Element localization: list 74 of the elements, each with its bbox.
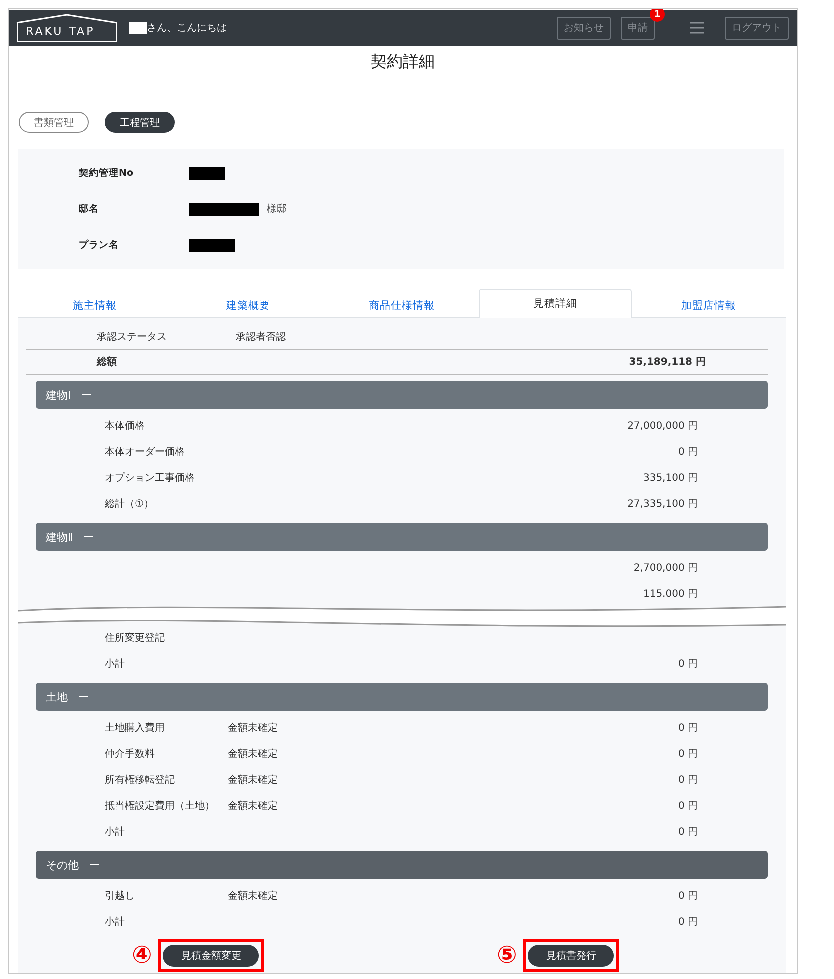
- item-label: オプション工事価格: [105, 472, 196, 485]
- detail-tab[interactable]: 建築概要: [172, 289, 326, 317]
- redaction-block: [189, 166, 225, 180]
- item-label: 小計: [105, 658, 126, 671]
- collapse-toggle[interactable]: ー: [83, 530, 94, 544]
- section-title: その他: [46, 858, 79, 872]
- summary-label: 総額: [97, 356, 118, 369]
- item-label: 抵当権設定費用（土地）: [105, 800, 216, 813]
- page-title: 契約詳細: [371, 52, 435, 73]
- action-button[interactable]: 見積書発行: [528, 944, 614, 966]
- redaction-block: [189, 202, 259, 216]
- collapse-toggle[interactable]: ー: [78, 690, 89, 704]
- info-label: プラン名: [79, 238, 120, 252]
- item-amount: 0 円: [677, 658, 698, 671]
- header-button[interactable]: お知らせ: [557, 16, 611, 40]
- item-amount: 0 円: [677, 916, 698, 929]
- action-button[interactable]: 見積金額変更: [163, 944, 260, 966]
- item-amount: 335,100 円: [642, 472, 698, 485]
- item-amount: 0 円: [677, 890, 698, 903]
- info-label: 契約管理No: [79, 166, 134, 180]
- detail-tab[interactable]: 施主情報: [18, 289, 172, 317]
- collapse-toggle[interactable]: ー: [89, 858, 100, 872]
- item-note: 金額未確定: [228, 722, 279, 735]
- section-title: 建物Ⅰ: [46, 388, 72, 402]
- item-amount: 0 円: [677, 748, 698, 761]
- app-logo: RAKU TAP: [17, 14, 117, 42]
- mode-tab[interactable]: 工程管理: [105, 112, 175, 133]
- item-label: 住所変更登記: [105, 632, 166, 645]
- item-label: 所有権移転登記: [105, 774, 176, 787]
- item-amount: 115.000 円: [642, 588, 698, 601]
- mode-tab[interactable]: 書類管理: [19, 112, 89, 133]
- item-amount: 0 円: [677, 722, 698, 735]
- item-note: 金額未確定: [228, 774, 279, 787]
- collapse-toggle[interactable]: ー: [81, 388, 92, 402]
- item-note: 金額未確定: [228, 890, 279, 903]
- item-label: 引越し: [105, 890, 136, 903]
- item-label: 本体オーダー価格: [105, 446, 186, 459]
- summary-label: 承認ステータス: [97, 330, 168, 344]
- item-label: 仲介手数料: [105, 748, 156, 761]
- status-value: 承認者否認: [236, 330, 287, 344]
- item-amount: 0 円: [677, 446, 698, 459]
- section-header[interactable]: その他 ー: [36, 851, 768, 879]
- item-amount: 0 円: [677, 774, 698, 787]
- section-header[interactable]: 建物Ⅱ ー: [36, 523, 768, 551]
- item-amount: 27,335,100 円: [626, 498, 698, 511]
- detail-tab[interactable]: 商品仕様情報: [325, 289, 479, 317]
- info-label: 邸名: [79, 202, 100, 216]
- step-marker: ④: [132, 943, 152, 967]
- section-header[interactable]: 土地 ー: [36, 683, 768, 711]
- notification-badge: 1: [650, 9, 665, 22]
- info-value: 様邸: [267, 202, 287, 216]
- detail-tab[interactable]: 見積詳細: [478, 289, 632, 318]
- item-label: 総計（①）: [105, 498, 155, 511]
- item-label: 小計: [105, 826, 126, 839]
- item-label: 本体価格: [105, 420, 146, 433]
- total-amount: 35,189,118 円: [628, 356, 706, 369]
- redaction-block: [189, 238, 235, 252]
- logout-button[interactable]: ログアウト: [725, 16, 789, 40]
- item-note: 金額未確定: [228, 748, 279, 761]
- item-amount: 2,700,000 円: [632, 562, 698, 575]
- item-label: 小計: [105, 916, 126, 929]
- item-amount: 0 円: [677, 826, 698, 839]
- section-header[interactable]: 建物Ⅰ ー: [36, 381, 768, 409]
- item-note: 金額未確定: [228, 800, 279, 813]
- section-title: 土地: [46, 690, 68, 704]
- section-title: 建物Ⅱ: [46, 530, 74, 544]
- step-marker: ⑤: [497, 943, 518, 967]
- greeting-text: さん、こんにちは: [147, 22, 227, 35]
- item-amount: 27,000,000 円: [626, 420, 698, 433]
- item-label: 土地購入費用: [105, 722, 166, 735]
- menu-icon[interactable]: [689, 21, 705, 35]
- detail-tab[interactable]: 加盟店情報: [632, 289, 786, 317]
- item-amount: 0 円: [677, 800, 698, 813]
- redaction-block: [129, 22, 147, 34]
